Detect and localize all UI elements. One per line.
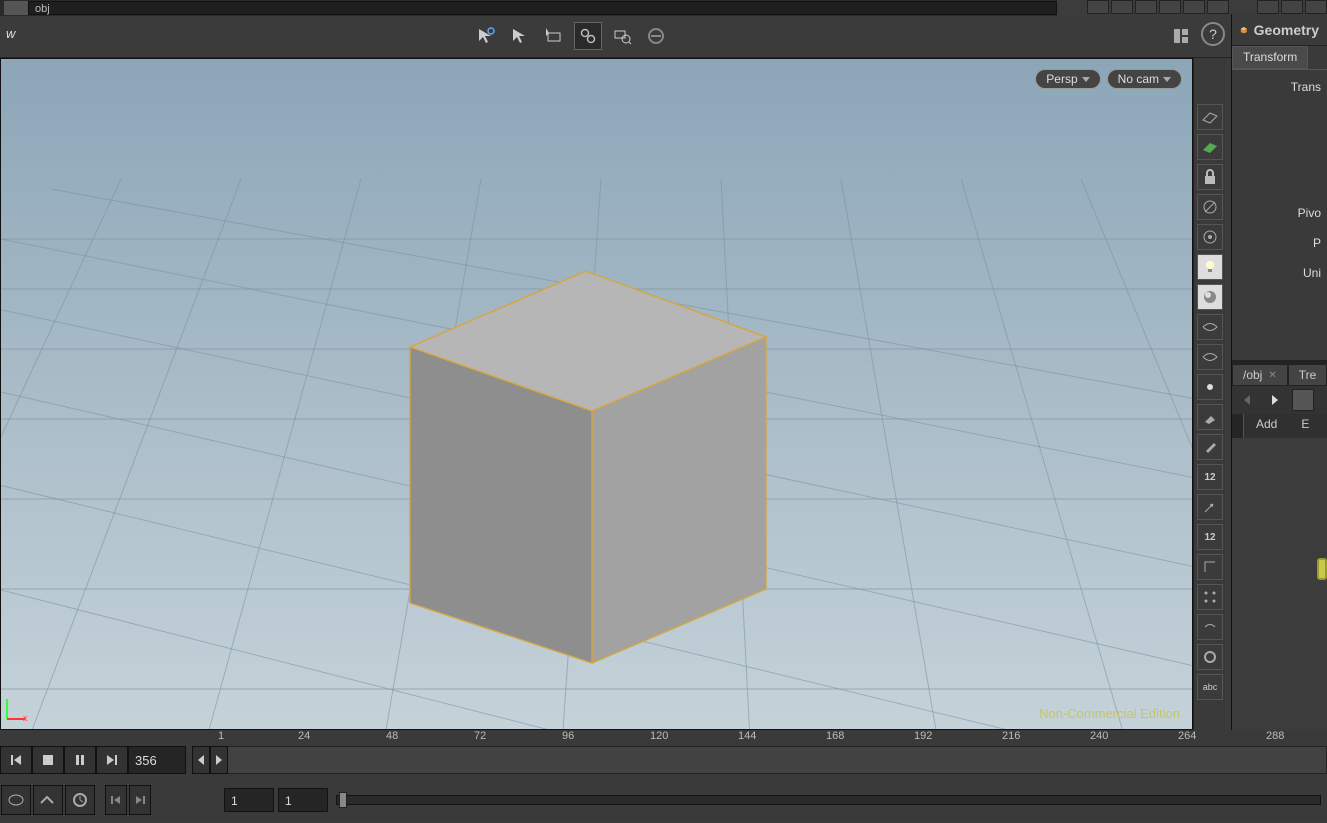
disable-tool-icon[interactable] — [642, 22, 670, 50]
menu-add[interactable]: Add — [1244, 414, 1289, 438]
prim-number-icon[interactable]: 12 — [1197, 524, 1223, 550]
shelf-icon-5[interactable] — [1183, 0, 1205, 14]
network-gutter[interactable] — [1232, 414, 1244, 438]
headlight-icon[interactable] — [1197, 254, 1223, 280]
range-start-field[interactable]: 1 — [224, 788, 274, 812]
shelf-icon-1[interactable] — [1087, 0, 1109, 14]
pause-button[interactable] — [64, 746, 96, 774]
viewport-3d[interactable]: Persp No cam Non-Commercial Edition x — [0, 58, 1193, 730]
shelf-icon-2[interactable] — [1111, 0, 1133, 14]
shelf-icon-7[interactable] — [1257, 0, 1279, 14]
first-frame-button[interactable] — [0, 746, 32, 774]
auto-key-icon[interactable] — [1, 785, 31, 815]
svg-text:x: x — [23, 713, 28, 723]
brush-display-icon[interactable] — [1197, 404, 1223, 430]
shelf-icon-8[interactable] — [1281, 0, 1303, 14]
timeline-track[interactable] — [214, 746, 1327, 774]
disc-icon[interactable] — [1197, 644, 1223, 670]
parameter-panel: Geometry Transform Trans Pivo P Uni /obj… — [1231, 14, 1327, 822]
panel-title: Geometry — [1232, 14, 1327, 46]
ref-plane-icon[interactable] — [1197, 104, 1223, 130]
step-forward-button[interactable] — [210, 746, 228, 774]
node-type-icon[interactable] — [4, 1, 28, 15]
pane-label: w — [0, 16, 21, 51]
step-back-button[interactable] — [192, 746, 210, 774]
construction-plane-icon[interactable] — [1197, 134, 1223, 160]
ghost-other-icon[interactable] — [1197, 224, 1223, 250]
grid-points-icon[interactable] — [1197, 584, 1223, 610]
range-slider[interactable] — [336, 795, 1321, 805]
point-display-icon[interactable] — [1197, 374, 1223, 400]
network-view-icon[interactable] — [1292, 389, 1314, 411]
shelf-icon-9[interactable] — [1305, 0, 1327, 14]
help-icon[interactable]: ? — [1201, 22, 1225, 46]
path-bar: obj — [0, 0, 1057, 16]
inspect-tool-icon[interactable] — [608, 22, 636, 50]
range-start-button[interactable] — [105, 785, 127, 815]
label-transform-order: Trans — [1234, 80, 1325, 94]
shelf-icon-4[interactable] — [1159, 0, 1181, 14]
geometry-box[interactable] — [406, 267, 786, 677]
network-tab-tree[interactable]: Tre — [1288, 364, 1327, 386]
timeline: 1 24 48 72 96 120 144 168 192 216 240 26… — [0, 730, 1327, 778]
wire-over-icon[interactable] — [1197, 344, 1223, 370]
view-layout-icon[interactable] — [1167, 22, 1195, 50]
playbar-bottom: 1 1 — [0, 778, 1327, 822]
nav-forward-icon[interactable] — [1264, 389, 1286, 411]
camera-persp-dropdown[interactable]: Persp — [1035, 69, 1100, 89]
key-icon[interactable] — [33, 785, 63, 815]
lock-camera-icon[interactable] — [1197, 164, 1223, 190]
close-icon[interactable]: ✕ — [1268, 370, 1276, 381]
nav-back-icon[interactable] — [1236, 389, 1258, 411]
path-field[interactable]: obj — [28, 1, 1057, 15]
label-pivot: Pivo — [1234, 206, 1325, 220]
axis-gizmo: x — [3, 693, 33, 723]
edition-watermark: Non-Commercial Edition — [1039, 706, 1180, 721]
realtime-icon[interactable] — [65, 785, 95, 815]
label-icon[interactable]: abc — [1197, 674, 1223, 700]
picker-icon[interactable] — [1197, 434, 1223, 460]
select-tool-icon[interactable] — [472, 22, 500, 50]
last-frame-button[interactable] — [96, 746, 128, 774]
menu-edit[interactable]: E — [1289, 414, 1321, 438]
range-start2-field[interactable]: 1 — [278, 788, 328, 812]
snapping-tool-icon[interactable] — [574, 22, 602, 50]
select-visible-tool-icon[interactable] — [506, 22, 534, 50]
top-shelf-icons — [1087, 0, 1327, 14]
network-tab-obj[interactable]: /obj✕ — [1232, 364, 1288, 386]
camera-select-dropdown[interactable]: No cam — [1107, 69, 1182, 89]
shelf-icon-6[interactable] — [1207, 0, 1229, 14]
geometry-node[interactable] — [1317, 558, 1327, 580]
shelf-icon-3[interactable] — [1135, 0, 1157, 14]
normals-icon[interactable] — [1197, 494, 1223, 520]
play-backward-button[interactable] — [32, 746, 64, 774]
shading-mode-icon[interactable] — [1197, 284, 1223, 310]
timeline-ruler[interactable]: 1 24 48 72 96 120 144 168 192 216 240 26… — [214, 730, 1327, 744]
range-end-button[interactable] — [129, 785, 151, 815]
xray-icon[interactable] — [1197, 314, 1223, 340]
label-p: P — [1234, 236, 1325, 250]
point-number-icon[interactable]: 12 — [1197, 464, 1223, 490]
profile-icon[interactable] — [1197, 554, 1223, 580]
display-options-rail: 12 12 abc — [1193, 58, 1226, 730]
label-uniform: Uni — [1234, 266, 1325, 280]
viewport-toolbar: w ? — [0, 16, 1327, 58]
trail-icon[interactable] — [1197, 614, 1223, 640]
current-frame-field[interactable]: 356 — [128, 746, 186, 774]
tab-transform[interactable]: Transform — [1232, 46, 1308, 69]
region-tool-icon[interactable] — [540, 22, 568, 50]
geometry-icon — [1240, 21, 1248, 39]
hide-other-icon[interactable] — [1197, 194, 1223, 220]
